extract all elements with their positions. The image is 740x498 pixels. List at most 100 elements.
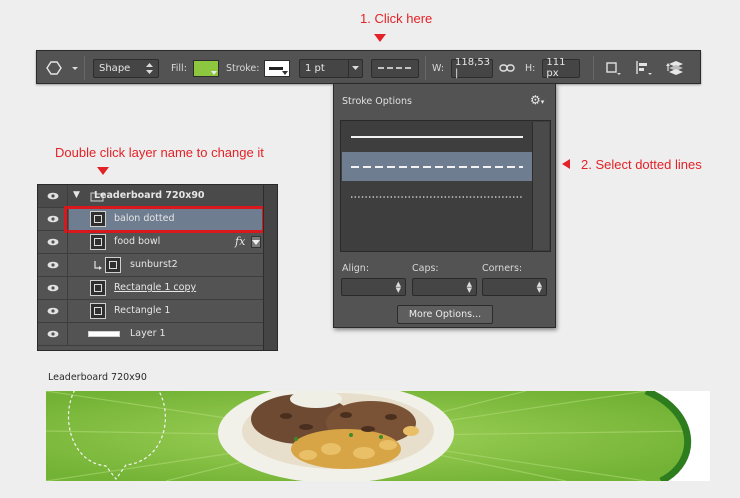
width-value: 118,53 | — [455, 57, 491, 79]
visibility-toggle[interactable] — [38, 323, 68, 345]
tool-mode-value: Shape — [99, 62, 131, 74]
stroke-list-scrollbar[interactable] — [532, 122, 549, 250]
chevron-down-icon — [252, 240, 260, 245]
path-arrangement-icon — [666, 61, 683, 75]
smart-object-thumbnail — [105, 257, 121, 273]
banner-preview — [46, 391, 710, 481]
shape-layer-thumbnail — [90, 303, 106, 319]
stroke-options-title: Stroke Options — [342, 96, 412, 107]
shape-layer-thumbnail — [90, 280, 106, 296]
annotation-arrow-down — [97, 167, 109, 175]
stroke-options-panel: Stroke Options ⚙▾ Align: Caps: Corners: … — [333, 83, 556, 328]
align-select[interactable]: ▲ ▼ — [341, 278, 406, 296]
tool-preset-picker[interactable] — [46, 58, 80, 78]
layer-group-row[interactable]: ▼ Leaderboard 720x90 — [38, 185, 264, 208]
stroke-style-solid[interactable] — [342, 122, 532, 151]
options-toolbar: Shape Fill: Stroke: 1 pt W: 118,53 | H: … — [36, 50, 701, 84]
toolbar-separator — [84, 56, 85, 80]
stroke-style-dashed[interactable] — [342, 152, 532, 181]
height-input[interactable]: 111 px — [542, 57, 581, 79]
visibility-toggle[interactable] — [38, 300, 68, 322]
layer-name[interactable]: Rectangle 1 — [114, 305, 170, 316]
stroke-color-swatch[interactable] — [264, 59, 291, 77]
dashed-line-icon — [351, 165, 523, 168]
updown-arrows-icon: ▲ ▼ — [395, 280, 401, 294]
path-alignment-icon — [636, 61, 652, 75]
tool-mode-select[interactable]: Shape — [93, 58, 159, 78]
stroke-type-picker[interactable] — [371, 58, 419, 78]
eye-icon — [47, 307, 58, 315]
layers-panel: ▼ Leaderboard 720x90 balon dotted food b… — [37, 184, 278, 351]
more-options-button[interactable]: More Options... — [397, 305, 493, 324]
visibility-toggle[interactable] — [38, 277, 68, 299]
layer-effects-icon[interactable]: fx — [235, 235, 245, 248]
layer-row-layer-1[interactable]: Layer 1 — [38, 323, 264, 346]
eye-icon — [47, 192, 58, 200]
eye-icon — [47, 284, 58, 292]
stroke-width-value: 1 pt — [305, 62, 325, 74]
stroke-style-dotted[interactable] — [342, 182, 532, 211]
annotation-click-here: 1. Click here — [360, 11, 433, 26]
banner-artwork — [46, 391, 710, 481]
path-arrangement-button[interactable] — [665, 58, 687, 78]
path-operations-button[interactable] — [605, 58, 621, 78]
path-operations-icon — [606, 62, 621, 75]
layers-scrollbar[interactable] — [263, 185, 277, 350]
layer-row-rectangle-1-copy[interactable]: Rectangle 1 copy — [38, 277, 264, 300]
width-input[interactable]: 118,53 | — [451, 57, 494, 79]
layer-row-rectangle-1[interactable]: Rectangle 1 — [38, 300, 264, 323]
caps-label: Caps: — [412, 263, 439, 274]
dotted-line-icon — [351, 195, 523, 198]
banner-preview-title: Leaderboard 720x90 — [48, 372, 147, 383]
layer-name[interactable]: Layer 1 — [130, 328, 166, 339]
fill-label: Fill: — [171, 62, 187, 74]
layer-row-sunburst2[interactable]: sunburst2 — [38, 254, 264, 277]
updown-arrows-icon: ▲ ▼ — [466, 280, 472, 294]
stroke-swatch-line — [269, 66, 284, 70]
fill-color-swatch[interactable] — [192, 59, 219, 77]
caps-select[interactable]: ▲ ▼ — [412, 278, 477, 296]
group-expand-icon[interactable]: ▼ — [73, 190, 80, 200]
clipping-mask-arrow-icon — [94, 261, 102, 270]
corners-select[interactable]: ▲ ▼ — [482, 278, 547, 296]
layer-effects-expand[interactable] — [251, 236, 261, 248]
visibility-toggle[interactable] — [38, 254, 68, 276]
toolbar-separator — [425, 56, 426, 80]
stroke-width-dropdown[interactable] — [348, 59, 362, 77]
dashed-line-icon — [378, 67, 412, 69]
updown-arrows-icon — [146, 62, 153, 74]
solid-line-icon — [351, 135, 523, 138]
smart-object-thumbnail — [90, 234, 106, 250]
layer-name[interactable]: balon dotted — [114, 213, 175, 224]
annotation-select-dotted: 2. Select dotted lines — [581, 157, 702, 172]
layer-group-name[interactable]: Leaderboard 720x90 — [94, 190, 205, 201]
annotation-arrow-left — [562, 159, 570, 169]
eye-icon — [47, 238, 58, 246]
layer-name[interactable]: food bowl — [114, 236, 160, 247]
link-icon — [499, 64, 515, 72]
updown-arrows-icon: ▲ ▼ — [536, 280, 542, 294]
layer-row-balon-dotted[interactable]: balon dotted — [38, 206, 265, 233]
eye-icon — [47, 215, 58, 223]
layer-name[interactable]: sunburst2 — [130, 259, 178, 270]
width-label: W: — [432, 62, 445, 74]
stroke-style-list — [340, 120, 551, 252]
path-alignment-button[interactable] — [635, 58, 653, 78]
visibility-toggle[interactable] — [38, 185, 68, 207]
toolbar-separator — [593, 56, 594, 80]
layer-row-food-bowl[interactable]: food bowl fx — [38, 231, 264, 254]
align-label: Align: — [342, 263, 370, 274]
eye-icon — [47, 261, 58, 269]
link-dimensions-button[interactable] — [499, 58, 515, 78]
stroke-width-input[interactable]: 1 pt — [299, 58, 363, 78]
polygon-tool-icon — [46, 61, 62, 75]
chevron-down-icon — [210, 70, 217, 75]
height-value: 111 px — [546, 57, 566, 79]
chevron-down-icon — [72, 67, 78, 70]
height-label: H: — [525, 62, 536, 74]
gear-icon[interactable]: ⚙▾ — [530, 93, 544, 107]
layer-name[interactable]: Rectangle 1 copy — [114, 282, 196, 293]
eye-icon — [47, 330, 58, 338]
raster-layer-thumbnail — [88, 331, 120, 337]
visibility-toggle[interactable] — [38, 231, 68, 253]
